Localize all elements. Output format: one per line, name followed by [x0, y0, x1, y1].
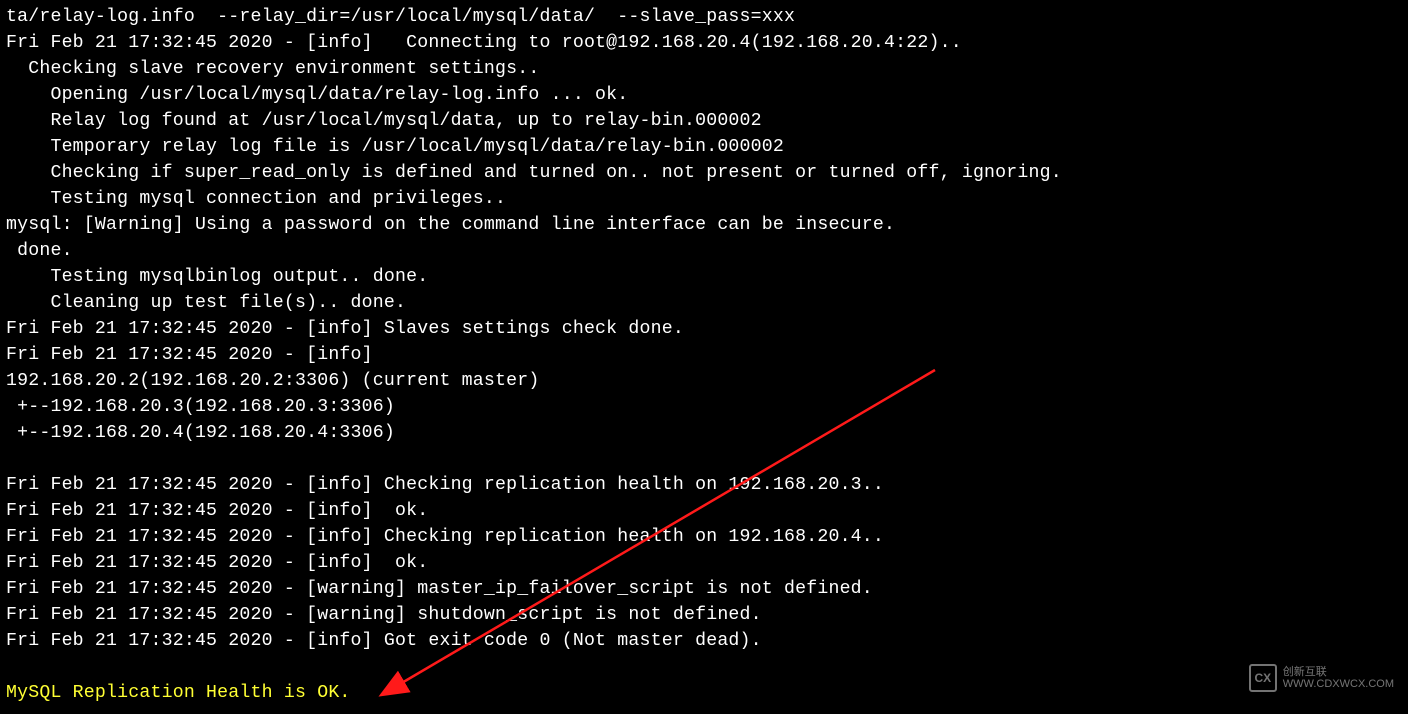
terminal-line: Fri Feb 21 17:32:45 2020 - [info] Slaves… — [6, 316, 1402, 342]
terminal-line: Checking if super_read_only is defined a… — [6, 160, 1402, 186]
terminal-line: Fri Feb 21 17:32:45 2020 - [info] Got ex… — [6, 628, 1402, 654]
terminal-line — [6, 446, 1402, 472]
watermark-url: WWW.CDXWCX.COM — [1283, 678, 1394, 690]
terminal-line: Testing mysqlbinlog output.. done. — [6, 264, 1402, 290]
terminal-output[interactable]: ta/relay-log.info --relay_dir=/usr/local… — [0, 0, 1408, 710]
terminal-line: Fri Feb 21 17:32:45 2020 - [warning] mas… — [6, 576, 1402, 602]
terminal-line: Fri Feb 21 17:32:45 2020 - [info] Connec… — [6, 30, 1402, 56]
watermark-name: 创新互联 — [1283, 666, 1394, 678]
terminal-line: ta/relay-log.info --relay_dir=/usr/local… — [6, 4, 1402, 30]
terminal-line: Fri Feb 21 17:32:45 2020 - [info] Checki… — [6, 472, 1402, 498]
terminal-line: Fri Feb 21 17:32:45 2020 - [info] ok. — [6, 498, 1402, 524]
terminal-line: 192.168.20.2(192.168.20.2:3306) (current… — [6, 368, 1402, 394]
terminal-line: mysql: [Warning] Using a password on the… — [6, 212, 1402, 238]
terminal-line: +--192.168.20.4(192.168.20.4:3306) — [6, 420, 1402, 446]
terminal-line: Fri Feb 21 17:32:45 2020 - [info] ok. — [6, 550, 1402, 576]
watermark-logo-icon: CX — [1249, 664, 1277, 692]
terminal-line: Temporary relay log file is /usr/local/m… — [6, 134, 1402, 160]
terminal-line: Fri Feb 21 17:32:45 2020 - [info] — [6, 342, 1402, 368]
terminal-line: Fri Feb 21 17:32:45 2020 - [info] Checki… — [6, 524, 1402, 550]
terminal-line: +--192.168.20.3(192.168.20.3:3306) — [6, 394, 1402, 420]
terminal-line: Testing mysql connection and privileges.… — [6, 186, 1402, 212]
terminal-line: Cleaning up test file(s).. done. — [6, 290, 1402, 316]
terminal-line: Relay log found at /usr/local/mysql/data… — [6, 108, 1402, 134]
terminal-line: Fri Feb 21 17:32:45 2020 - [warning] shu… — [6, 602, 1402, 628]
terminal-line: MySQL Replication Health is OK. — [6, 680, 1402, 706]
watermark: CX 创新互联 WWW.CDXWCX.COM — [1249, 664, 1394, 692]
terminal-line: Checking slave recovery environment sett… — [6, 56, 1402, 82]
terminal-line — [6, 654, 1402, 680]
terminal-line: done. — [6, 238, 1402, 264]
terminal-line: Opening /usr/local/mysql/data/relay-log.… — [6, 82, 1402, 108]
